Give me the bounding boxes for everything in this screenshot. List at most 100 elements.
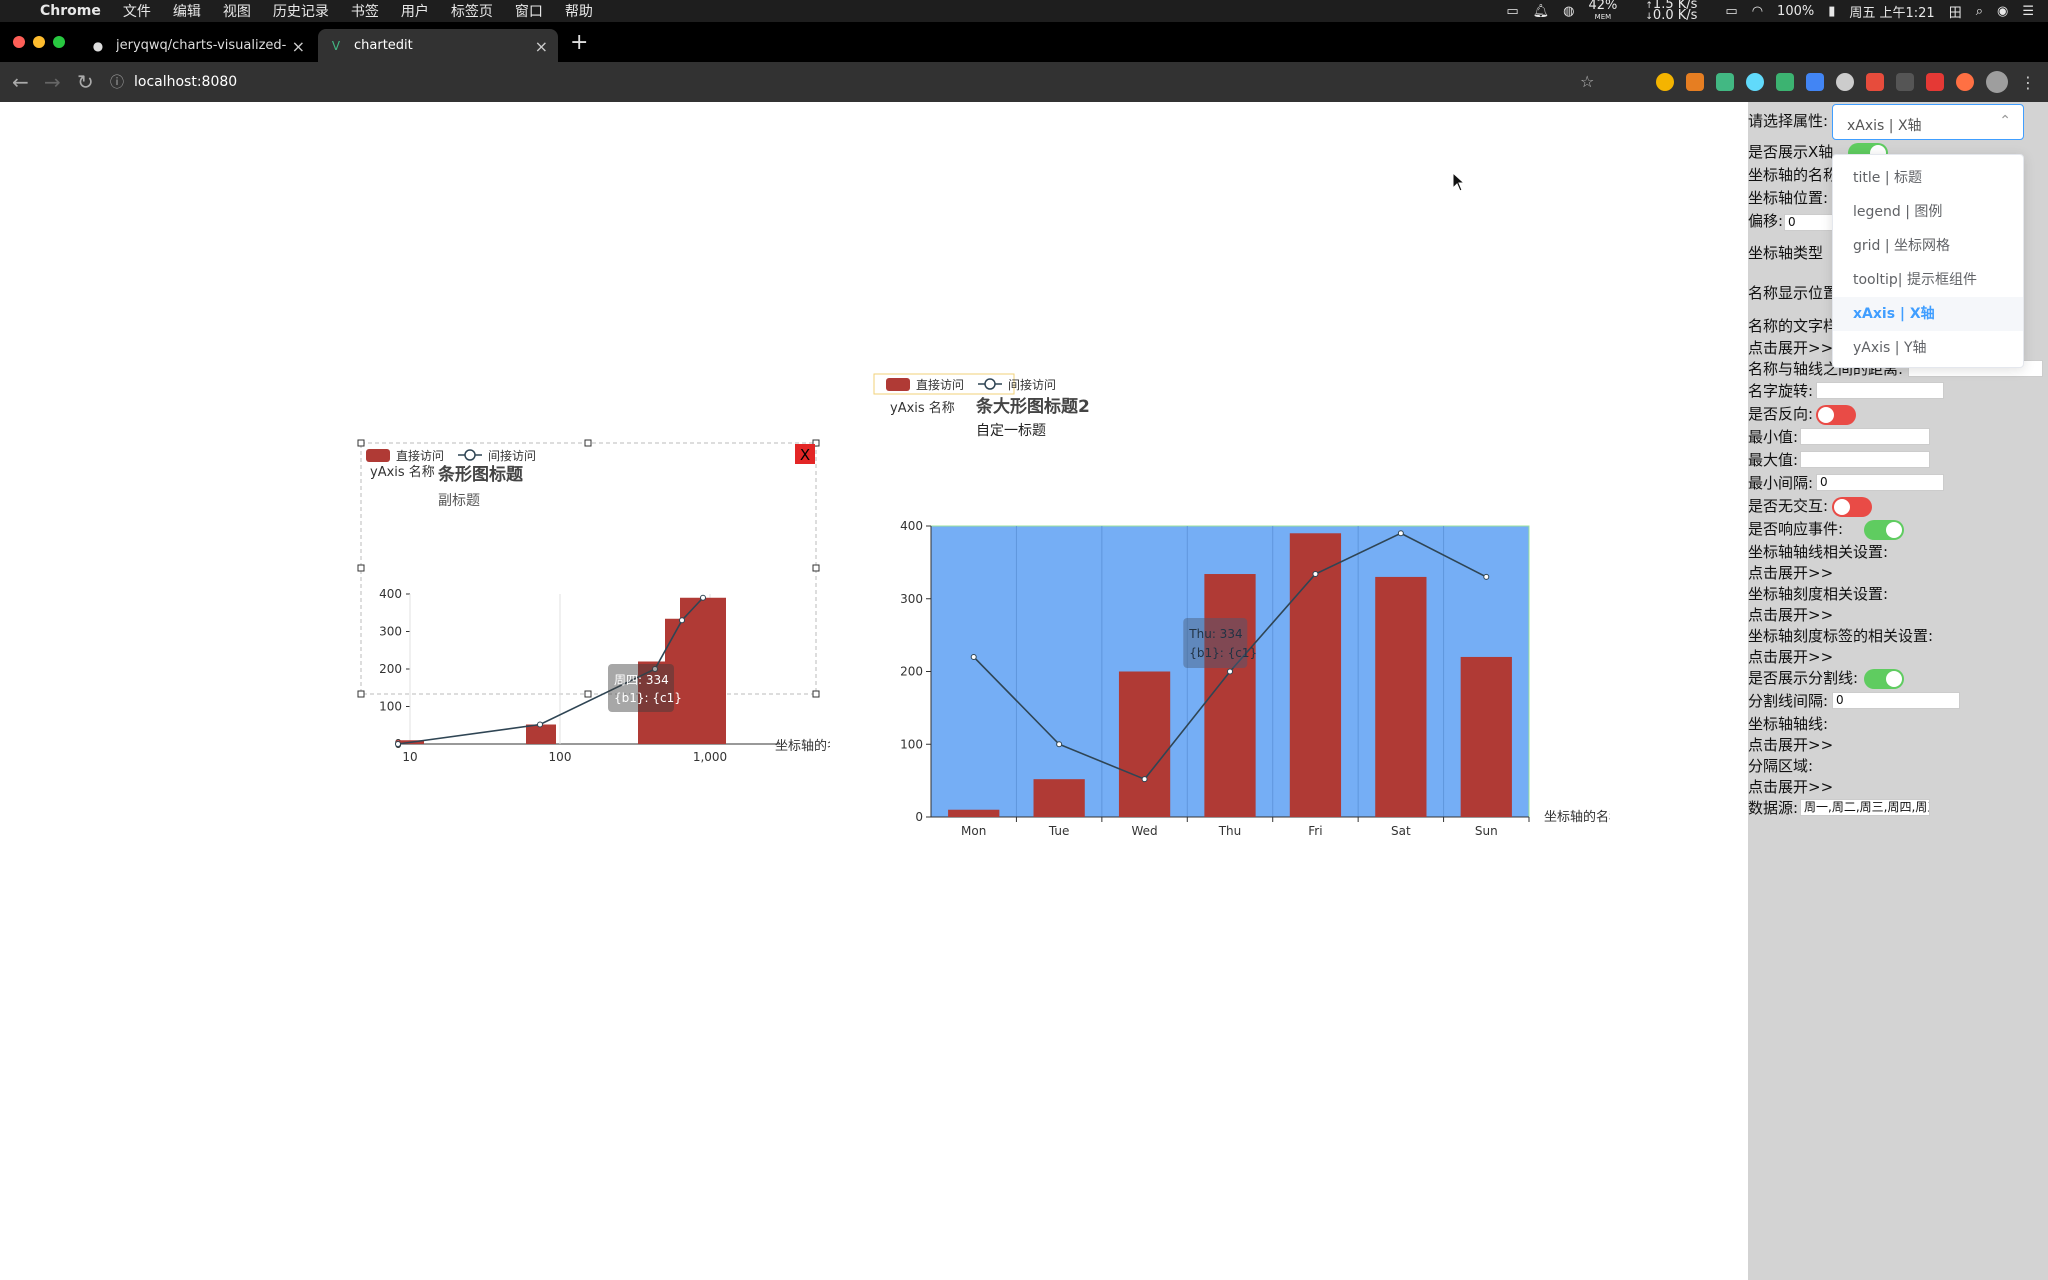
mem-label: MEM	[1594, 12, 1612, 21]
extension-icon[interactable]	[1776, 73, 1794, 91]
resize-handle[interactable]	[357, 564, 365, 572]
more-menu-icon[interactable]: ⋮	[2020, 73, 2036, 92]
expand-link[interactable]: 点击展开>>	[1748, 646, 1833, 667]
vue-devtools-icon[interactable]	[1716, 73, 1734, 91]
display-icon[interactable]: ▭	[1725, 4, 1737, 19]
battery-percent: 100%	[1777, 3, 1815, 19]
menu-help[interactable]: 帮助	[565, 1, 593, 21]
extension-icon[interactable]	[1956, 73, 1974, 91]
extension-icon[interactable]	[1926, 73, 1944, 91]
reload-button[interactable]: ↻	[77, 70, 94, 94]
extension-icon[interactable]	[1866, 73, 1884, 91]
expand-link[interactable]: 点击展开>>	[1748, 337, 1833, 358]
input-method-icon[interactable]: 田	[1949, 2, 1962, 21]
wifi-icon[interactable]: ◠	[1752, 4, 1763, 19]
spotlight-icon[interactable]: ⌕	[1976, 4, 1983, 19]
address-bar[interactable]: ⓘ localhost:8080	[110, 68, 1610, 96]
inverse-label: 是否反向:	[1748, 405, 1814, 423]
window-close-button[interactable]	[13, 36, 25, 48]
menu-file[interactable]: 文件	[123, 1, 151, 21]
show-x-axis-label: 是否展示X轴	[1748, 143, 1834, 161]
back-button[interactable]: ←	[12, 70, 29, 94]
option-xaxis[interactable]: xAxis | X轴	[1833, 297, 2023, 331]
chart-2[interactable]: 直接访问 间接访问 yAxis 名称 条大形图标题2 0 100 200 300 400 M…	[870, 372, 1610, 842]
menu-tab[interactable]: 标签页	[451, 1, 493, 21]
line-point	[1141, 776, 1148, 783]
battery-icon[interactable]: ▮	[1828, 4, 1835, 19]
silent-toggle[interactable]	[1832, 497, 1872, 517]
menu-edit[interactable]: 编辑	[173, 1, 201, 21]
bell-icon[interactable]: 🔔︎	[1533, 4, 1550, 19]
expand-link[interactable]: 点击展开>>	[1748, 562, 1833, 583]
property-dropdown[interactable]: title | 标题 legend | 图例 grid | 坐标网格 toolt…	[1832, 154, 2024, 368]
resize-handle[interactable]	[812, 564, 820, 572]
chart-legend[interactable]: 直接访问 间接访问	[366, 448, 536, 463]
cast-icon[interactable]: ▭	[1506, 4, 1518, 19]
split-line-toggle[interactable]	[1864, 669, 1904, 689]
expand-link[interactable]: 点击展开>>	[1748, 604, 1833, 625]
chart-title: 条大形图标题2	[975, 396, 1090, 417]
wechat-icon[interactable]: ◍	[1563, 4, 1574, 19]
chrome-extension-icon[interactable]	[1656, 73, 1674, 91]
resize-handle[interactable]	[584, 439, 592, 447]
split-interval-input[interactable]: 0	[1832, 692, 1960, 709]
window-zoom-button[interactable]	[53, 36, 65, 48]
line-point	[1397, 530, 1404, 537]
tab-github[interactable]: ● jeryqwq/charts-visualized-edit: [ ×	[80, 29, 315, 62]
tab-chartedit[interactable]: V chartedit ×	[318, 29, 558, 62]
translate-icon[interactable]	[1806, 73, 1824, 91]
chart-legend[interactable]: 直接访问 间接访问	[886, 377, 1056, 392]
menu-history[interactable]: 历史记录	[273, 1, 329, 21]
resize-handle[interactable]	[812, 690, 820, 698]
menu-view[interactable]: 视图	[223, 1, 251, 21]
line-point	[679, 617, 685, 624]
clock[interactable]: 周五 上午1:21	[1849, 2, 1934, 21]
tab-close-icon[interactable]: ×	[292, 37, 305, 56]
control-center-icon[interactable]: ☰	[2022, 4, 2034, 19]
extension-icon[interactable]	[1836, 73, 1854, 91]
inverse-toggle[interactable]	[1816, 405, 1856, 425]
minor-axis-line-label: 坐标轴轴线:	[1748, 715, 1829, 733]
window-minimize-button[interactable]	[33, 36, 45, 48]
min-input[interactable]	[1800, 428, 1930, 445]
extension-icon[interactable]	[1686, 73, 1704, 91]
axis-position-label: 坐标轴位置:	[1748, 189, 1829, 207]
option-yaxis[interactable]: yAxis | Y轴	[1833, 331, 2023, 365]
option-legend[interactable]: legend | 图例	[1833, 195, 2023, 229]
data-source-input[interactable]: 周一,周二,周三,周四,周五	[1800, 799, 1930, 816]
forward-button[interactable]: →	[44, 70, 61, 94]
url-text[interactable]: localhost:8080	[134, 74, 237, 90]
trigger-event-toggle[interactable]	[1864, 520, 1904, 540]
profile-avatar[interactable]	[1986, 71, 2008, 93]
extension-icon[interactable]	[1896, 73, 1914, 91]
resize-handle[interactable]	[584, 690, 592, 698]
mem-value: 42%	[1588, 0, 1618, 13]
menu-bookmarks[interactable]: 书签	[351, 1, 379, 21]
offset-label: 偏移:	[1748, 212, 1784, 230]
resize-handle[interactable]	[357, 439, 365, 447]
tooltip: 周四: 334 {b1}: {c1}	[608, 664, 682, 712]
option-tooltip[interactable]: tooltip| 提示框组件	[1833, 263, 2023, 297]
menu-people[interactable]: 用户	[401, 1, 429, 21]
legend-bar-swatch	[366, 449, 390, 462]
y-tick-label: 300	[379, 625, 402, 639]
max-input[interactable]	[1800, 451, 1930, 468]
chart-1[interactable]: X 直接访问间接访问 yAxis 名称 条形图标题 副标题 0100200300…	[350, 432, 830, 812]
option-title[interactable]: title | 标题	[1833, 161, 2023, 195]
tab-close-icon[interactable]: ×	[535, 37, 548, 56]
react-devtools-icon[interactable]	[1746, 73, 1764, 91]
bookmark-star-icon[interactable]: ☆	[1580, 72, 1594, 91]
siri-icon[interactable]: ◉	[1997, 4, 2008, 19]
resize-handle[interactable]	[357, 690, 365, 698]
menu-app-name[interactable]: Chrome	[40, 3, 101, 19]
expand-link[interactable]: 点击展开>>	[1748, 734, 1833, 755]
menu-window[interactable]: 窗口	[515, 1, 543, 21]
line-point	[970, 653, 977, 660]
expand-link[interactable]: 点击展开>>	[1748, 776, 1833, 797]
option-grid[interactable]: grid | 坐标网格	[1833, 229, 2023, 263]
min-interval-input[interactable]: 0	[1816, 474, 1944, 491]
property-select[interactable]: xAxis | X轴 ⌃	[1832, 104, 2024, 140]
new-tab-button[interactable]: +	[570, 30, 588, 55]
name-rotate-input[interactable]	[1816, 382, 1944, 399]
info-icon[interactable]: ⓘ	[110, 72, 124, 92]
